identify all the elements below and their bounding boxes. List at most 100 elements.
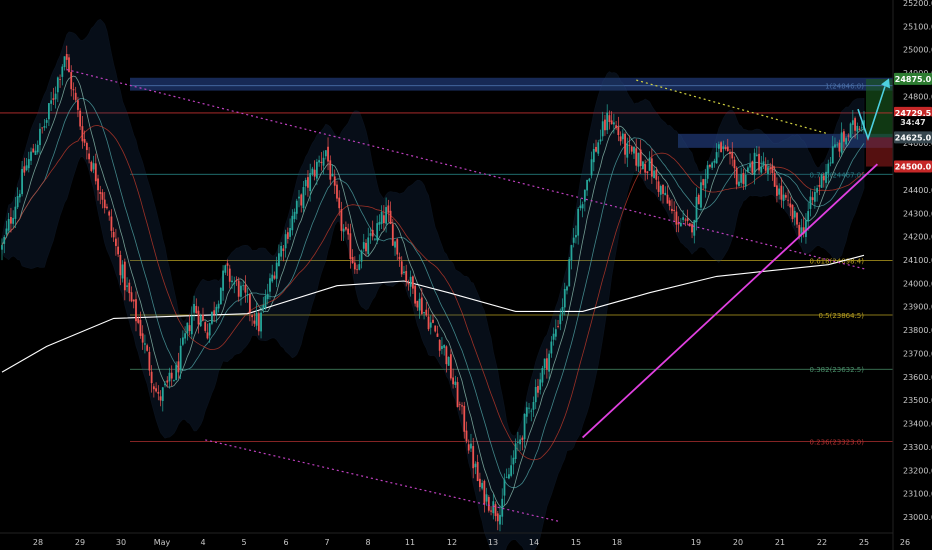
price-chart[interactable]: 1(24846.0)0.786(24467.0)0.618(24098.4)0.… [0,0,932,550]
candle-body [378,221,381,225]
candle-body [512,457,515,465]
time-tick-label: 13 [488,538,498,547]
candle-body [193,303,195,313]
candle-body [615,125,618,129]
candle-body [782,194,785,202]
candle-body [740,173,743,183]
candle-body [188,325,191,332]
candle-body [831,146,834,164]
time-tick-label: May [154,538,171,547]
candle-body [836,144,839,146]
candle-body [575,234,577,238]
candle-body [706,165,709,179]
candle-body [275,262,278,279]
candle-body [784,195,787,198]
candle-body [769,167,772,169]
price-tick-label: 24100.0 [903,256,932,265]
candle-body [99,191,102,194]
candle-body [418,298,421,311]
candle-body [327,146,329,162]
candle-body [152,386,155,390]
candle-body [3,236,6,244]
candle-body [106,206,108,209]
candle-body [441,346,443,350]
candle-body [208,323,211,336]
candle-body [170,372,173,379]
candle-body [478,478,481,488]
candle-body [27,159,30,169]
candle-body [579,205,582,209]
candle-body [92,163,95,170]
candle-body [360,250,363,262]
candle-body [604,119,606,131]
candle-body [353,262,356,270]
candle-body [854,118,856,131]
candle-body [202,314,204,321]
candle-body [566,286,568,291]
candle-body [382,215,385,224]
candle-body [548,353,551,372]
candle-body [525,407,528,417]
price-tick-label: 24000.0 [903,279,932,288]
candle-body [702,179,705,186]
candle-body [642,161,644,170]
candle-body [633,146,635,154]
candle-body [5,228,8,235]
candle-body [429,322,432,328]
candle-body [682,217,685,220]
candle-body [246,294,249,296]
candle-body [476,461,479,481]
candle-body [452,377,454,385]
candle-body [787,199,789,201]
time-tick-label: 19 [691,538,701,547]
candle-body [456,382,459,408]
candle-body [519,439,521,445]
candle-body [18,193,21,198]
candle-body [847,135,850,137]
candle-body [829,162,832,164]
candle-body [610,120,613,125]
candle-body [811,197,814,201]
candle-body [528,407,530,409]
candle-body [838,142,841,152]
candle-body [693,220,696,236]
candle-body [570,245,573,261]
candle-body [409,276,412,287]
candle-body [791,204,794,220]
candle-body [251,315,254,318]
candle-body [204,322,207,331]
stop-zone [866,137,893,167]
price-tick-label: 24300.0 [903,209,932,218]
candle-body [534,386,537,403]
candle-body [309,173,312,192]
candle-body [52,98,55,100]
candle-body [807,211,810,222]
candle-body [776,185,778,196]
candle-body [79,110,82,127]
candle-body [447,357,450,366]
candle-body [90,161,93,171]
price-tick-label: 23100.0 [903,490,932,499]
candle-body [219,287,222,305]
candle-body [215,306,218,315]
candle-body [181,337,184,345]
time-tick-label: 25 [859,538,869,547]
candle-body [653,170,655,179]
candle-body [510,465,513,476]
candle-body [709,164,711,167]
candle-body [427,316,430,330]
price-badge-text: 24500.0 [895,163,932,172]
candle-body [108,211,111,216]
candle-body [764,164,767,171]
price-tick-label: 23900.0 [903,303,932,312]
candle-body [494,504,497,517]
candle-body [175,364,178,381]
candle-body [487,497,490,511]
candle-body [472,446,475,469]
candle-body [117,246,120,255]
candle-body [302,187,305,209]
candle-body [235,280,238,281]
candle-body [438,339,441,351]
candle-body [240,285,242,297]
candle-body [773,173,776,187]
